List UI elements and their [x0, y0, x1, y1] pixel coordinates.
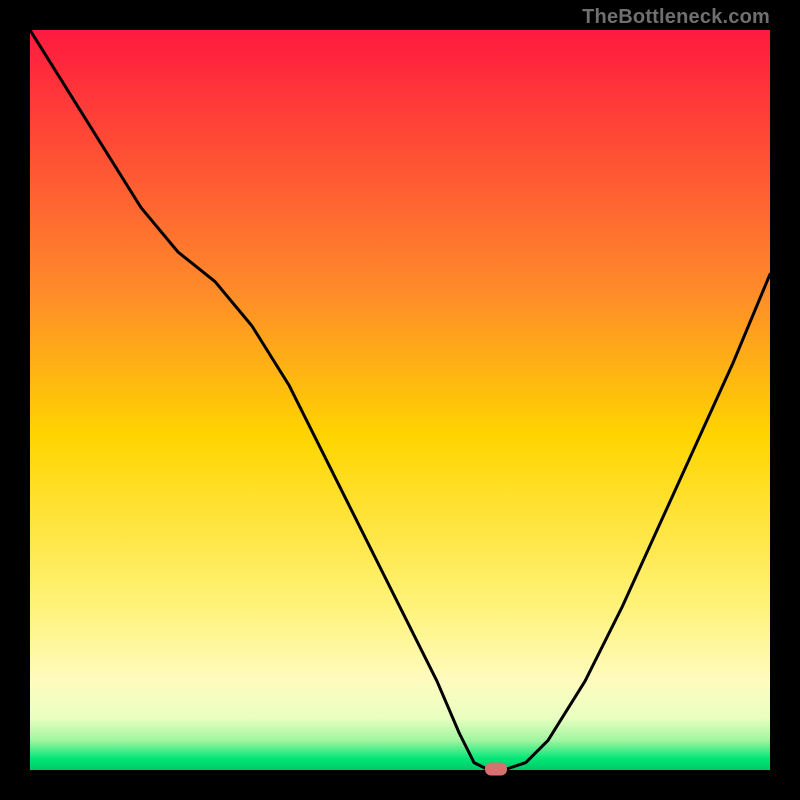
- gradient-background: [30, 30, 770, 770]
- plot-area: [30, 30, 770, 770]
- chart-frame: TheBottleneck.com: [0, 0, 800, 800]
- watermark-text: TheBottleneck.com: [582, 6, 770, 29]
- current-position-marker: [485, 762, 507, 775]
